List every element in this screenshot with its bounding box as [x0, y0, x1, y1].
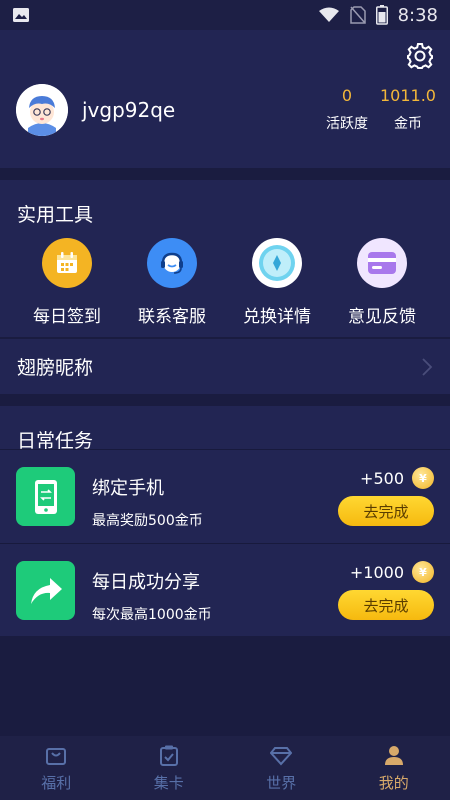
nav-item-cards[interactable]: 集卡	[113, 736, 226, 800]
person-icon	[384, 745, 403, 765]
tool-customer-service[interactable]: 联系客服	[117, 238, 227, 327]
activity-stat[interactable]: 0 活跃度	[326, 86, 368, 133]
coins-label: 金币	[394, 116, 422, 132]
nav-label: 福利	[41, 773, 72, 792]
nickname-label: 翅膀昵称	[17, 357, 94, 379]
bag-icon	[46, 747, 67, 765]
coin-icon: ¥	[412, 467, 434, 489]
tool-redeem-details[interactable]: 兑换详情	[222, 238, 332, 327]
reward-amount: +1000	[349, 562, 404, 582]
nickname-row[interactable]: 翅膀昵称	[0, 339, 450, 394]
nav-item-world[interactable]: 世界	[225, 736, 338, 800]
activity-label: 活跃度	[326, 116, 368, 132]
tool-label: 联系客服	[138, 307, 206, 327]
tools-section: 实用工具 每日签到 联系客服 兑换详情 意见反馈	[0, 180, 450, 337]
complete-button[interactable]: 去完成	[338, 590, 434, 620]
task-bind-phone: 绑定手机 最高奖励500金币 +500 ¥ 去完成	[0, 449, 450, 542]
avatar[interactable]	[16, 84, 68, 136]
coin-icon: ¥	[412, 561, 434, 583]
diamond-icon	[270, 746, 293, 765]
task-daily-share: 每日成功分享 每次最高1000金币 +1000 ¥ 去完成	[0, 543, 450, 636]
nav-label: 集卡	[153, 773, 184, 792]
nav-label: 世界	[266, 773, 297, 792]
task-title: 绑定手机	[92, 478, 164, 499]
diamond-icon	[252, 238, 302, 288]
avatar-face-icon	[16, 84, 68, 136]
daily-tasks-section: 日常任务 绑定手机 最高奖励500金币 +500 ¥ 去完成 每日成功分享 每次…	[0, 406, 450, 636]
complete-button[interactable]: 去完成	[338, 496, 434, 526]
coins-value: 1011.0	[380, 86, 436, 105]
no-sim-icon	[349, 6, 366, 24]
reward-amount: +500	[360, 468, 404, 488]
task-desc: 每次最高1000金币	[92, 607, 212, 623]
clipboard-icon	[159, 745, 178, 766]
coins-stat[interactable]: 1011.0 金币	[380, 86, 436, 133]
task-desc: 最高奖励500金币	[92, 513, 203, 529]
username: jvgp92qe	[82, 98, 176, 122]
headset-icon	[147, 238, 197, 288]
task-title: 每日成功分享	[92, 572, 200, 593]
phone-icon	[16, 467, 75, 526]
nav-item-welfare[interactable]: 福利	[0, 736, 113, 800]
status-bar: 8:38	[0, 0, 450, 30]
status-time: 8:38	[397, 4, 438, 26]
profile-card: jvgp92qe 0 活跃度 1011.0 金币	[0, 30, 450, 168]
tool-feedback[interactable]: 意见反馈	[327, 238, 437, 327]
nav-item-mine[interactable]: 我的	[338, 736, 450, 800]
tool-label: 兑换详情	[243, 307, 311, 327]
activity-value: 0	[341, 86, 353, 105]
wifi-icon	[318, 7, 339, 22]
chevron-right-icon	[422, 357, 433, 376]
battery-icon	[375, 5, 388, 25]
tool-daily-checkin[interactable]: 每日签到	[12, 238, 122, 327]
share-arrow-icon	[16, 561, 75, 620]
calendar-icon	[42, 238, 92, 288]
bottom-nav: 福利 集卡 世界 我的	[0, 736, 450, 800]
nav-label: 我的	[378, 773, 409, 792]
tools-title: 实用工具	[17, 204, 94, 226]
card-icon	[357, 238, 407, 288]
image-icon	[13, 8, 29, 22]
task-reward: +1000 ¥	[350, 561, 434, 583]
task-reward: +500 ¥	[360, 467, 434, 489]
tool-label: 每日签到	[33, 307, 101, 327]
gear-icon[interactable]	[406, 42, 434, 70]
tool-label: 意见反馈	[348, 307, 416, 327]
